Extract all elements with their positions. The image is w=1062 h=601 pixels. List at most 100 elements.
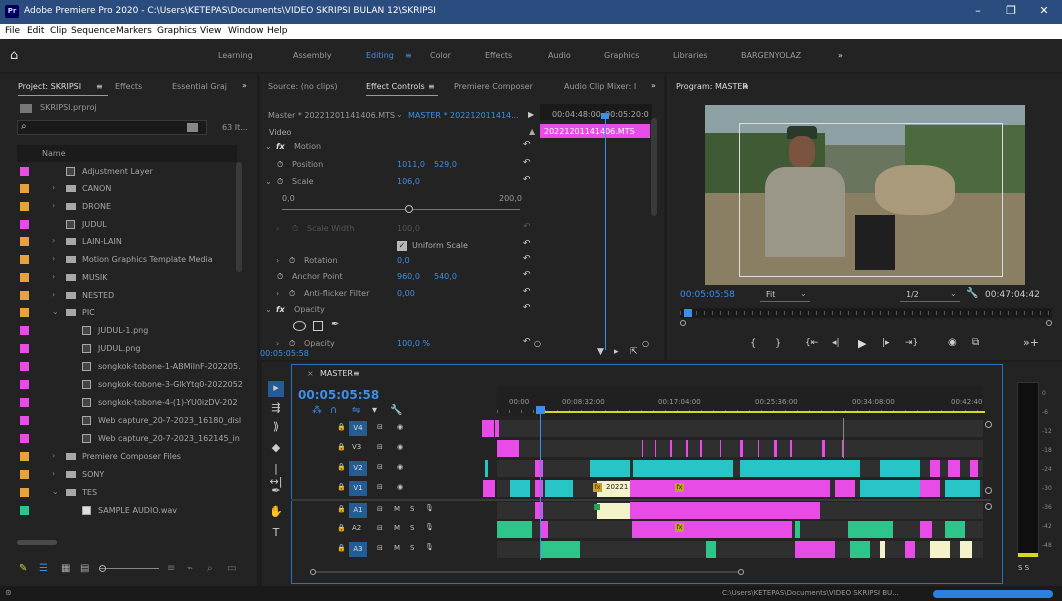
collapse-icon[interactable]: ▲ <box>529 127 535 136</box>
go-to-out-icon[interactable]: ⇥} <box>905 338 918 348</box>
project-item-row[interactable]: ⌄ PIC <box>17 304 237 321</box>
clip-a1-light[interactable] <box>597 503 630 519</box>
nest-icon[interactable]: ⁂ <box>312 405 322 416</box>
timeline-clip[interactable] <box>545 480 573 497</box>
timeline-clip[interactable] <box>920 480 940 497</box>
solo-icon[interactable]: S <box>410 544 414 552</box>
expand-arrow-icon[interactable]: ⌄ <box>265 305 272 314</box>
solo-icon[interactable]: S <box>410 524 414 532</box>
timeline-clip[interactable] <box>774 440 777 457</box>
v-scroll-audio-handle[interactable] <box>985 503 992 510</box>
program-video-frame[interactable] <box>705 105 1025 285</box>
linked-selection-icon[interactable]: ⇋ <box>352 405 360 416</box>
close-icon[interactable]: ✕ <box>1036 4 1052 20</box>
menu-markers[interactable]: Markers <box>116 26 152 36</box>
project-search-input[interactable] <box>17 120 207 135</box>
track-target-a1[interactable]: A1 <box>349 503 367 518</box>
timeline-clip[interactable] <box>880 541 885 558</box>
solo-buttons[interactable]: S S <box>1018 564 1029 572</box>
more-workspaces-icon[interactable]: » <box>838 51 843 60</box>
timeline-clip[interactable] <box>795 521 800 538</box>
play-audio-icon[interactable]: ▸ <box>614 347 619 357</box>
tab-project[interactable]: Project: SKRIPSI <box>18 82 81 91</box>
tab-effect-controls[interactable]: Effect Controls <box>366 82 425 91</box>
microphone-icon[interactable]: 🎙 <box>425 523 434 531</box>
v-scroll-video-handle[interactable] <box>985 487 992 494</box>
anchor-x-value[interactable]: 960,0 <box>397 272 420 281</box>
label-color-swatch[interactable] <box>20 255 29 264</box>
program-zoom-right-handle[interactable] <box>1046 320 1052 326</box>
timeline-playhead-handle[interactable] <box>536 406 545 414</box>
workspace-libraries[interactable]: Libraries <box>673 51 708 60</box>
timeline-tab-menu-icon[interactable]: ≡ <box>353 369 360 378</box>
timeline-clip[interactable] <box>540 521 548 538</box>
expand-arrow-icon[interactable]: › <box>52 236 55 245</box>
zoom-slider[interactable] <box>99 568 159 569</box>
timeline-clip[interactable] <box>758 440 759 457</box>
mark-out-icon[interactable]: } <box>775 338 781 349</box>
label-color-swatch[interactable] <box>20 398 29 407</box>
project-item-row[interactable]: › LAIN-LAIN <box>17 233 237 250</box>
tab-program[interactable]: Program: MASTER <box>676 82 748 91</box>
reset-motion-icon[interactable]: ↶ <box>523 140 531 150</box>
more-panels-icon-2[interactable]: » <box>651 81 656 90</box>
keyframe-toggle-icon[interactable]: ○ <box>534 339 541 348</box>
go-to-in-icon[interactable]: {⇤ <box>805 338 818 348</box>
reset-anti-flicker-icon[interactable]: ↶ <box>523 287 531 297</box>
workspace-effects[interactable]: Effects <box>485 51 512 60</box>
label-color-swatch[interactable] <box>20 452 29 461</box>
pencil-icon[interactable]: ✎ <box>19 563 27 574</box>
anchor-y-value[interactable]: 540,0 <box>434 272 457 281</box>
column-name[interactable]: Name <box>42 149 66 158</box>
restore-icon[interactable]: ❐ <box>1003 4 1019 20</box>
track-label-v3[interactable]: V3 <box>352 443 361 451</box>
timeline-clip[interactable] <box>880 460 920 477</box>
timeline-clip[interactable] <box>630 502 800 519</box>
v-scroll-top-handle[interactable] <box>985 421 992 428</box>
program-playhead[interactable] <box>684 309 692 317</box>
more-panels-icon[interactable]: » <box>242 81 247 90</box>
track-select-tool-icon[interactable]: ⇶ <box>268 401 284 417</box>
timeline-clip[interactable] <box>970 460 978 477</box>
tab-premiere-composer[interactable]: Premiere Composer <box>454 82 533 91</box>
pen-tool-icon[interactable]: ✒ <box>268 484 284 500</box>
microphone-icon[interactable]: 🎙 <box>425 504 434 512</box>
lock-icon[interactable]: 🔒 <box>337 544 346 552</box>
reset-opacity-icon[interactable]: ↶ <box>523 303 531 313</box>
project-h-scrollbar[interactable] <box>17 540 57 545</box>
expand-arrow-icon[interactable]: › <box>52 183 55 192</box>
reset-position-icon[interactable]: ↶ <box>523 158 531 168</box>
timeline-clip[interactable] <box>590 460 630 477</box>
timeline-clip[interactable] <box>945 480 980 497</box>
tab-essential-graphics[interactable]: Essential Graj <box>172 82 227 91</box>
sync-lock-icon[interactable]: ⊟ <box>377 505 383 513</box>
tab-source[interactable]: Source: (no clips) <box>268 82 338 91</box>
snap-icon[interactable]: ∩ <box>330 405 337 416</box>
label-color-swatch[interactable] <box>20 291 29 300</box>
expand-arrow-icon[interactable]: › <box>52 254 55 263</box>
label-color-swatch[interactable] <box>20 237 29 246</box>
stopwatch-icon[interactable]: ⏱ <box>292 224 298 234</box>
label-color-swatch[interactable] <box>20 434 29 443</box>
reset-anchor-icon[interactable]: ↶ <box>523 270 531 280</box>
timeline-clip[interactable] <box>535 460 543 477</box>
expand-arrow-icon[interactable]: ⌄ <box>52 307 59 316</box>
timeline-clip[interactable] <box>495 420 499 437</box>
fx-icon[interactable]: fx <box>276 142 285 151</box>
position-x-value[interactable]: 1011,0 <box>397 160 425 169</box>
timeline-clip[interactable] <box>485 460 488 477</box>
step-back-icon[interactable]: ◂| <box>832 338 840 348</box>
expand-arrow-icon[interactable]: › <box>276 339 279 348</box>
new-item-icon[interactable]: ▭ <box>227 563 236 574</box>
sync-lock-icon[interactable]: ⊟ <box>377 544 383 552</box>
workspace-editing[interactable]: Editing <box>366 51 394 60</box>
sync-lock-icon[interactable]: ⊟ <box>377 463 383 471</box>
project-item-row[interactable]: › Motion Graphics Template Media <box>17 251 237 268</box>
ellipse-mask-icon[interactable] <box>293 321 306 331</box>
h-scroll-right-handle[interactable] <box>738 569 744 575</box>
sync-lock-icon[interactable]: ⊟ <box>377 443 383 451</box>
reset-scale-icon[interactable]: ↶ <box>523 175 531 185</box>
mute-icon[interactable]: M <box>394 505 400 513</box>
expand-arrow-icon[interactable]: › <box>52 290 55 299</box>
project-item-row[interactable]: songkok-tobone-4-(1)-YU0izDV-202 <box>17 394 238 411</box>
